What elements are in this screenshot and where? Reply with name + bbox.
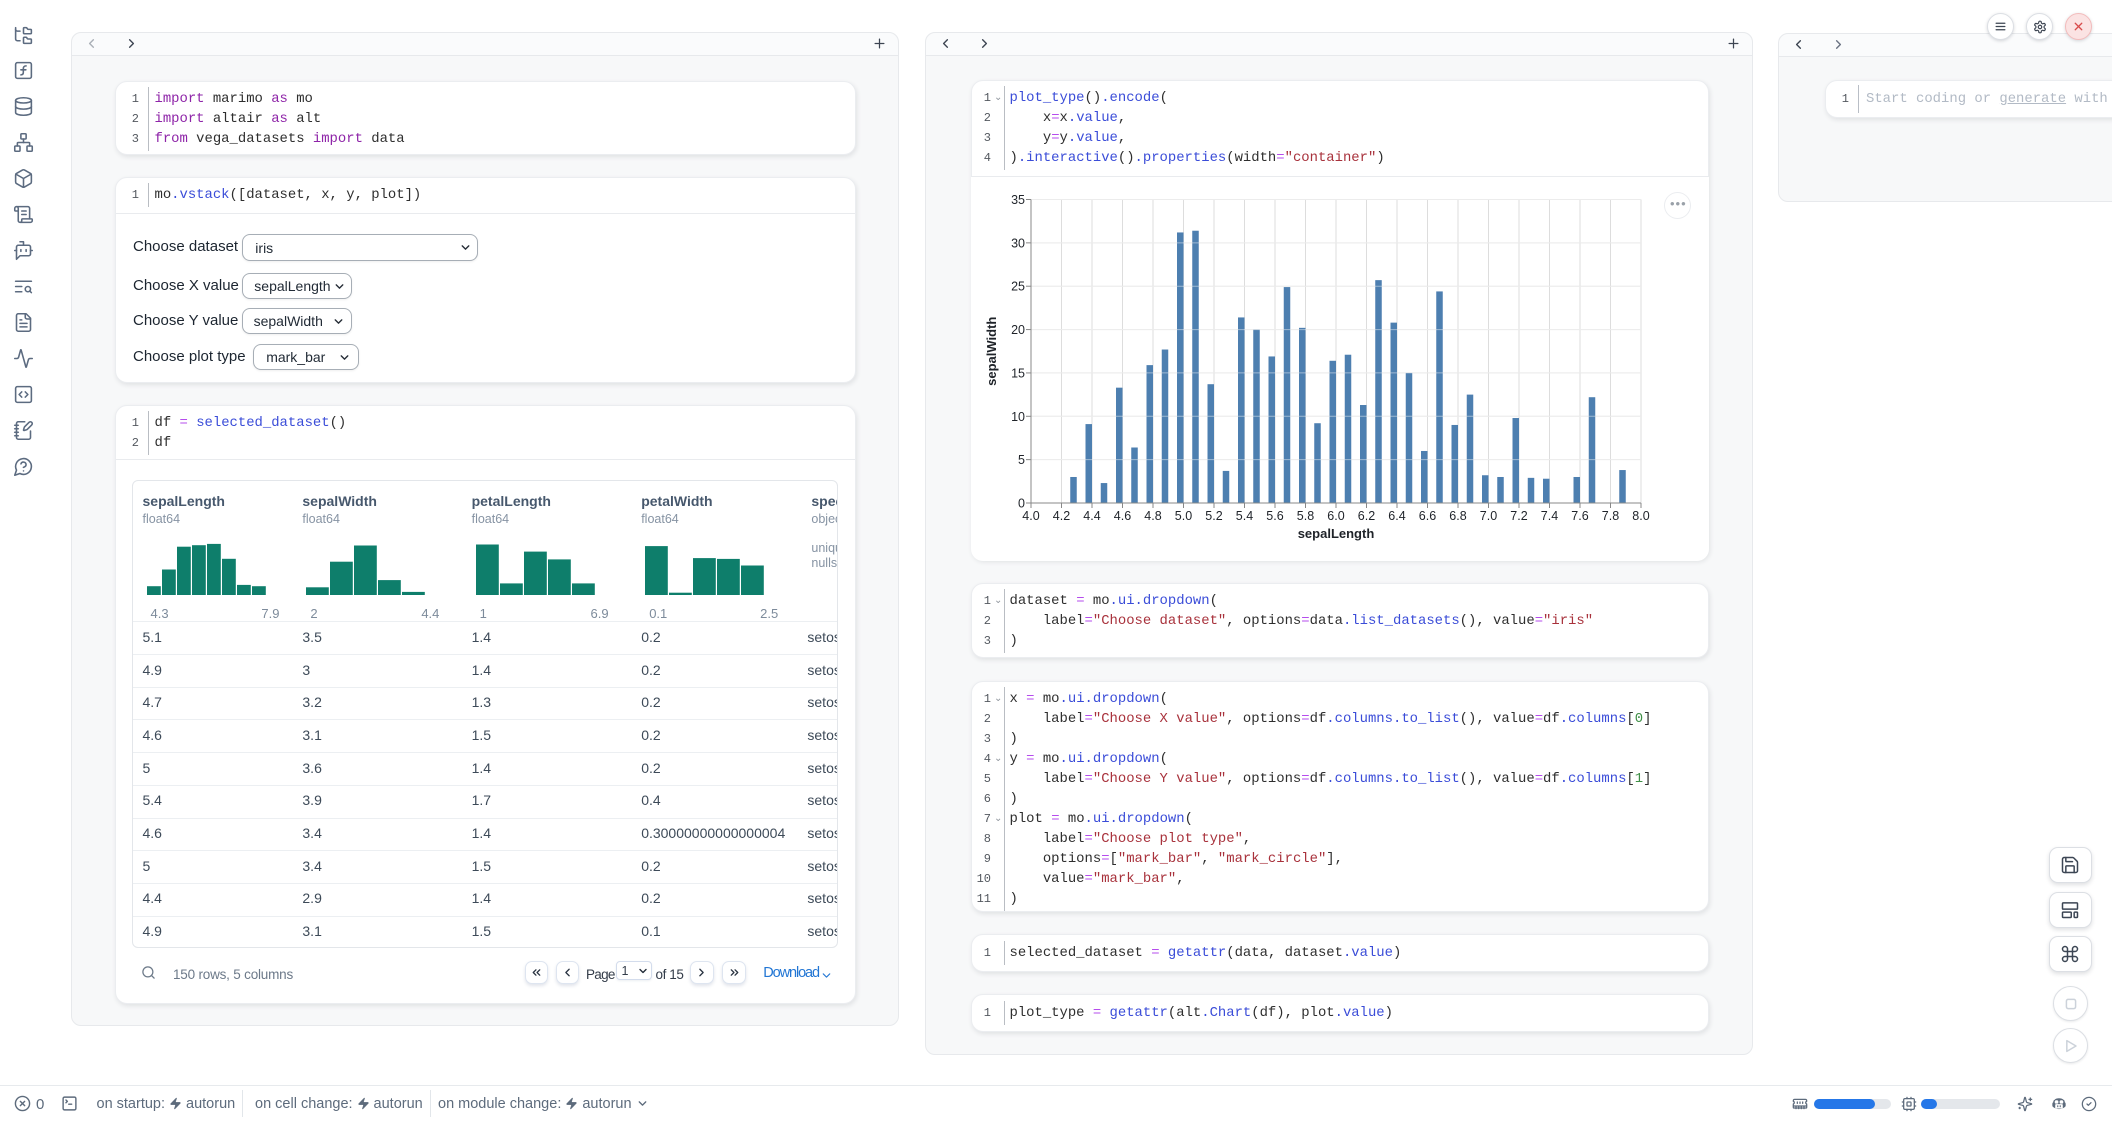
svg-text:5.4: 5.4 (1236, 509, 1253, 523)
svg-text:20: 20 (1011, 323, 1025, 337)
svg-text:7.2: 7.2 (1510, 509, 1527, 523)
svg-text:4.6: 4.6 (1114, 509, 1131, 523)
svg-text:5.8: 5.8 (1297, 509, 1314, 523)
svg-text:4.4: 4.4 (1083, 509, 1100, 523)
svg-text:5.0: 5.0 (1175, 509, 1192, 523)
svg-text:25: 25 (1011, 279, 1025, 293)
svg-text:5.6: 5.6 (1266, 509, 1283, 523)
svg-text:8.0: 8.0 (1632, 509, 1649, 523)
svg-text:6.4: 6.4 (1388, 509, 1405, 523)
svg-text:sepalWidth: sepalWidth (984, 316, 999, 385)
svg-text:7.4: 7.4 (1541, 509, 1558, 523)
svg-text:4.0: 4.0 (1022, 509, 1039, 523)
svg-text:4.2: 4.2 (1053, 509, 1070, 523)
svg-text:7.0: 7.0 (1480, 509, 1497, 523)
svg-text:6.6: 6.6 (1419, 509, 1436, 523)
svg-text:35: 35 (1011, 193, 1025, 207)
svg-text:15: 15 (1011, 366, 1025, 380)
svg-text:sepalLength: sepalLength (1298, 526, 1375, 541)
svg-text:5: 5 (1018, 453, 1025, 467)
svg-text:6.8: 6.8 (1449, 509, 1466, 523)
svg-text:5.2: 5.2 (1205, 509, 1222, 523)
svg-text:30: 30 (1011, 236, 1025, 250)
svg-text:4.8: 4.8 (1144, 509, 1161, 523)
svg-text:7.8: 7.8 (1602, 509, 1619, 523)
svg-text:7.6: 7.6 (1571, 509, 1588, 523)
svg-text:6.2: 6.2 (1358, 509, 1375, 523)
svg-text:0: 0 (1018, 496, 1025, 510)
svg-text:6.0: 6.0 (1327, 509, 1344, 523)
svg-text:10: 10 (1011, 409, 1025, 423)
